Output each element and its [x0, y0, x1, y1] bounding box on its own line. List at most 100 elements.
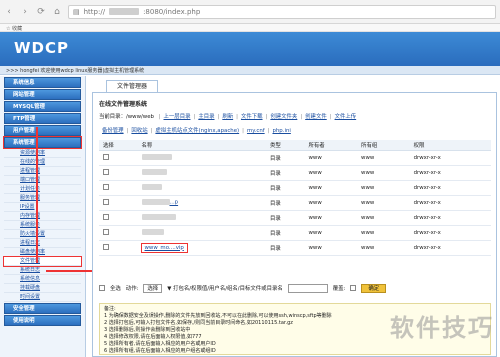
sidebar-subitem-1[interactable]: 在线的管理	[4, 158, 81, 167]
select-cell	[99, 225, 138, 241]
forward-icon[interactable]: ›	[20, 7, 30, 17]
separator: |	[267, 128, 270, 134]
cell-type: 目录	[265, 165, 305, 181]
sidebar-subitem-6[interactable]: IP设置	[4, 203, 81, 212]
table-row: 目录 www www drwxr-xr-x	[99, 210, 491, 226]
sidebar-subitem-5[interactable]: 服务管理	[4, 194, 81, 203]
table-row: 目录 www www drwxr-xr-x	[99, 225, 491, 241]
back-icon[interactable]: ‹	[4, 7, 14, 17]
sidebar-subitem-3[interactable]: 端口管理	[4, 176, 81, 185]
row-checkbox[interactable]	[103, 229, 109, 236]
cell-type: 目录	[265, 225, 305, 241]
cell-owner: www	[304, 150, 358, 166]
sidebar-subitem-2[interactable]: 进程管理	[4, 167, 81, 176]
row-checkbox[interactable]	[103, 184, 109, 191]
name-redacted	[141, 154, 172, 161]
address-bar[interactable]: ▤ http:// :8080/index.php	[68, 4, 496, 19]
config-link-1[interactable]: 回收站	[131, 128, 147, 134]
cell-group: www	[357, 210, 410, 226]
sidebar-item-file-management[interactable]: 文件管理	[3, 256, 82, 267]
cell-perm: drwxr-xr-x	[409, 150, 491, 166]
select-all-label: 全选	[110, 286, 121, 292]
sidebar-subitem-8[interactable]: 系统服务	[4, 221, 81, 230]
cell-perm: drwxr-xr-x	[409, 195, 491, 211]
separator: |	[236, 114, 238, 120]
cell-group: www	[357, 165, 410, 181]
sidebar-item-system-management[interactable]: 系统管理	[3, 136, 82, 149]
config-link-4[interactable]: php.ini	[272, 128, 290, 134]
sidebar-item-3[interactable]: FTP管理	[4, 113, 81, 124]
config-link-3[interactable]: my.cnf	[247, 128, 265, 134]
sidebar-subitem-after-2[interactable]: 挂载硬盘	[4, 284, 81, 293]
file-name-link[interactable]: ...p	[170, 200, 179, 206]
cell-owner: www	[304, 240, 358, 256]
row-checkbox[interactable]	[103, 154, 109, 161]
sidebar-subitem-after-1[interactable]: 系统信息	[4, 275, 81, 284]
select-cell	[99, 240, 138, 256]
sidebar-subitem-7[interactable]: 内存管理	[4, 212, 81, 221]
action-select[interactable]: 选择	[143, 283, 163, 293]
logo: WDCP	[14, 39, 69, 57]
sidebar-item-bottom-0[interactable]: 安全管理	[4, 303, 81, 314]
url-suffix: :8080/index.php	[143, 7, 201, 16]
tab-file-manager[interactable]: 文件管理器	[106, 80, 158, 92]
separator: |	[150, 128, 153, 134]
select-cell	[99, 180, 138, 196]
browser-toolbar: ‹ › ⟳ ⌂ ▤ http:// :8080/index.php	[0, 0, 500, 24]
override-checkbox[interactable]	[350, 285, 357, 291]
sidebar-item-2[interactable]: MYSQL管理	[4, 101, 81, 112]
row-checkbox[interactable]	[103, 244, 109, 251]
select-all-checkbox[interactable]	[99, 285, 105, 291]
sidebar-item-1[interactable]: 网站管理	[4, 89, 81, 100]
path-link-5[interactable]: 创建文件	[305, 114, 327, 120]
path-link-4[interactable]: 创建文件夹	[270, 114, 297, 120]
name-redacted	[141, 214, 176, 221]
separator: |	[158, 114, 161, 120]
submit-button[interactable]: 确定	[361, 283, 387, 293]
cell-group: www	[357, 195, 410, 211]
home-icon[interactable]: ⌂	[52, 7, 62, 17]
config-link-0[interactable]: 备份管理	[102, 128, 124, 134]
sidebar-subitem-10[interactable]: 进程日志	[4, 239, 81, 248]
row-checkbox[interactable]	[103, 169, 109, 176]
bookmarks-bar: ☆ 收藏	[0, 24, 500, 32]
config-link-2[interactable]: 虚拟主机站点文件(nginx,apache)	[155, 128, 239, 134]
reload-icon[interactable]: ⟳	[36, 7, 46, 17]
table-row: ...p 目录 www www drwxr-xr-x	[99, 195, 491, 211]
cell-perm: drwxr-xr-x	[409, 165, 491, 181]
column-header: 类型	[265, 140, 305, 151]
cell-owner: www	[304, 210, 358, 226]
path-toolbar: 当前目录：/www/web | 上一层目录 | 主目录 | 刷新 | 文件下载 | 创建文件夹 | 创…	[99, 112, 356, 120]
cell-type: 目录	[265, 180, 305, 196]
watermark: 软件技巧	[390, 314, 494, 342]
row-checkbox[interactable]	[103, 199, 109, 206]
file-name-link[interactable]: www_mo....vip	[140, 242, 188, 253]
path-link-3[interactable]: 文件下载	[241, 114, 263, 120]
path-link-0[interactable]: 上一层目录	[164, 114, 191, 120]
sidebar-item-bottom-1[interactable]: 使用说明	[4, 315, 81, 326]
welcome-bar: >>> hongfei 欢迎使用wdcp linux服务器|虚拟主机管理系统	[0, 66, 500, 75]
sidebar-subitem-0[interactable]: 资源使用率	[4, 149, 81, 158]
sidebar-subitem-9[interactable]: 防火墙设置	[4, 230, 81, 239]
cell-type: 目录	[265, 240, 305, 256]
action-bar: 全选 动作: 选择 ▼ 打包名/权限值/用户名/组名/目标文件或目录名 覆盖: …	[99, 282, 491, 294]
path-link-2[interactable]: 刷新	[222, 114, 233, 120]
current-path: 当前目录：/www/web	[99, 114, 154, 120]
sidebar-item-4[interactable]: 用户管理	[4, 125, 81, 136]
select-cell	[99, 210, 138, 226]
sidebar-subitem-4[interactable]: 计划任务	[4, 185, 81, 194]
action-target-input[interactable]	[287, 283, 328, 293]
path-link-1[interactable]: 主目录	[198, 114, 214, 120]
name-cell	[137, 210, 266, 226]
name-redacted	[141, 169, 167, 176]
name-redacted	[141, 229, 164, 236]
name-redacted	[141, 199, 170, 206]
cell-type: 目录	[265, 210, 305, 226]
name-cell	[137, 150, 266, 166]
path-link-6[interactable]: 文件上传	[335, 114, 357, 120]
sidebar-subitem-11[interactable]: 磁盘使用率	[4, 248, 81, 257]
name-cell: ...p	[137, 195, 266, 211]
sidebar-item-0[interactable]: 系统信息	[4, 77, 81, 88]
sidebar-subitem-after-3[interactable]: 时间设置	[4, 293, 81, 302]
row-checkbox[interactable]	[103, 214, 109, 221]
